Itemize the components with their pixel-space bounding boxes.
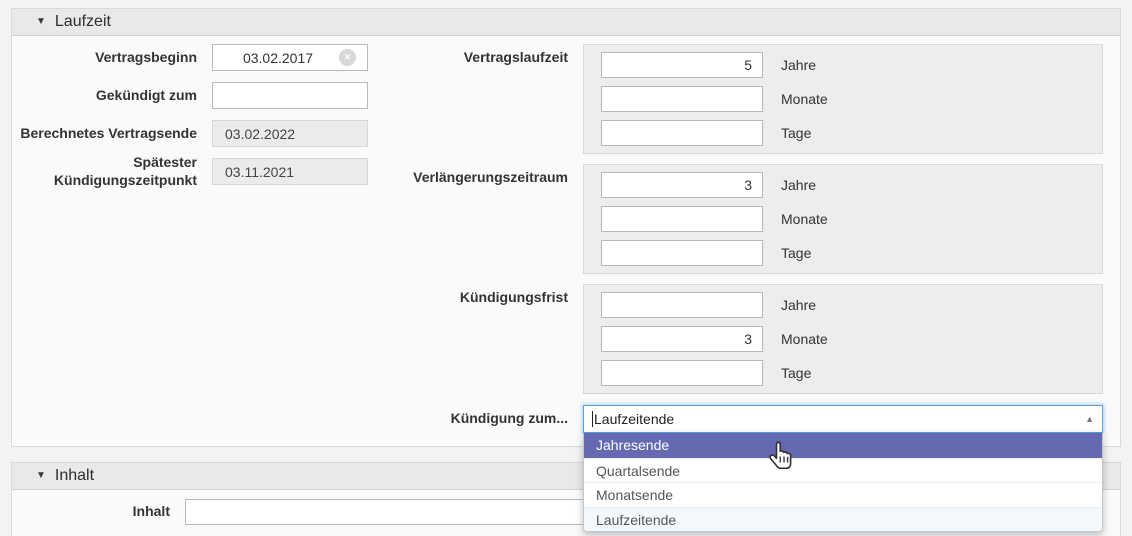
option-monatsende[interactable]: Monatsende xyxy=(584,482,1102,507)
monate-unit-label: Monate xyxy=(781,206,828,232)
laufzeit-section-header[interactable]: ▼ Laufzeit xyxy=(12,9,1120,36)
chevron-up-icon[interactable]: ▲ xyxy=(1085,414,1094,424)
tage-unit-label: Tage xyxy=(781,120,811,146)
kuendigung-zum-value: Laufzeitende xyxy=(594,411,674,427)
tage-unit-label: Tage xyxy=(781,360,811,386)
collapse-icon[interactable]: ▼ xyxy=(36,471,46,481)
kuendigungsfrist-monate-input[interactable] xyxy=(601,326,763,352)
tage-unit-label: Tage xyxy=(781,240,811,266)
monate-unit-label: Monate xyxy=(781,326,828,352)
inhalt-section-title: Inhalt xyxy=(55,467,94,485)
kuendigungsfrist-label: Kündigungsfrist xyxy=(380,285,568,311)
vertragslaufzeit-tage-input[interactable] xyxy=(601,120,763,146)
verlaengerung-jahre-input[interactable] xyxy=(601,172,763,198)
jahre-unit-label: Jahre xyxy=(781,292,816,318)
verlaengerungszeitraum-label: Verlängerungszeitraum xyxy=(380,165,568,191)
gekuendigt-zum-input[interactable] xyxy=(212,82,368,109)
jahre-unit-label: Jahre xyxy=(781,172,816,198)
text-caret xyxy=(592,411,593,427)
spaetester-kuendigungszeitpunkt-label: Spätester Kündigungszeitpunkt xyxy=(10,151,197,192)
laufzeit-section-title: Laufzeit xyxy=(55,13,111,31)
vertragslaufzeit-label: Vertragslaufzeit xyxy=(380,45,568,71)
berechnetes-vertragsende-field xyxy=(212,120,368,147)
kuendigung-zum-dropdown: Jahresende Quartalsende Monatsende Laufz… xyxy=(583,433,1103,532)
option-jahresende[interactable]: Jahresende xyxy=(584,433,1102,458)
spaetester-kuendigungszeitpunkt-field xyxy=(212,158,368,185)
vertragslaufzeit-jahre-input[interactable] xyxy=(601,52,763,78)
kuendigung-zum-combobox[interactable]: Laufzeitende ▲ xyxy=(583,405,1103,433)
contract-form-page: ▼ Laufzeit Vertragsbeginn ✕ Gekündigt zu… xyxy=(0,0,1132,536)
berechnetes-vertragsende-label: Berechnetes Vertragsende xyxy=(10,120,197,147)
gekuendigt-zum-label: Gekündigt zum xyxy=(10,82,197,109)
verlaengerung-tage-input[interactable] xyxy=(601,240,763,266)
vertragsbeginn-label: Vertragsbeginn xyxy=(10,44,197,71)
kuendigungsfrist-group: Jahre Monate Tage xyxy=(583,284,1103,394)
option-quartalsende[interactable]: Quartalsende xyxy=(584,458,1102,483)
vertragslaufzeit-group: Jahre Monate Tage xyxy=(583,44,1103,154)
verlaengerung-monate-input[interactable] xyxy=(601,206,763,232)
vertragslaufzeit-monate-input[interactable] xyxy=(601,86,763,112)
monate-unit-label: Monate xyxy=(781,86,828,112)
clear-icon[interactable]: ✕ xyxy=(339,49,356,66)
kuendigungsfrist-tage-input[interactable] xyxy=(601,360,763,386)
collapse-icon[interactable]: ▼ xyxy=(36,17,46,27)
jahre-unit-label: Jahre xyxy=(781,52,816,78)
kuendigung-zum-label: Kündigung zum... xyxy=(380,405,568,433)
inhalt-label: Inhalt xyxy=(0,499,170,525)
kuendigungsfrist-jahre-input[interactable] xyxy=(601,292,763,318)
verlaengerungszeitraum-group: Jahre Monate Tage xyxy=(583,164,1103,274)
option-laufzeitende[interactable]: Laufzeitende xyxy=(584,507,1102,532)
